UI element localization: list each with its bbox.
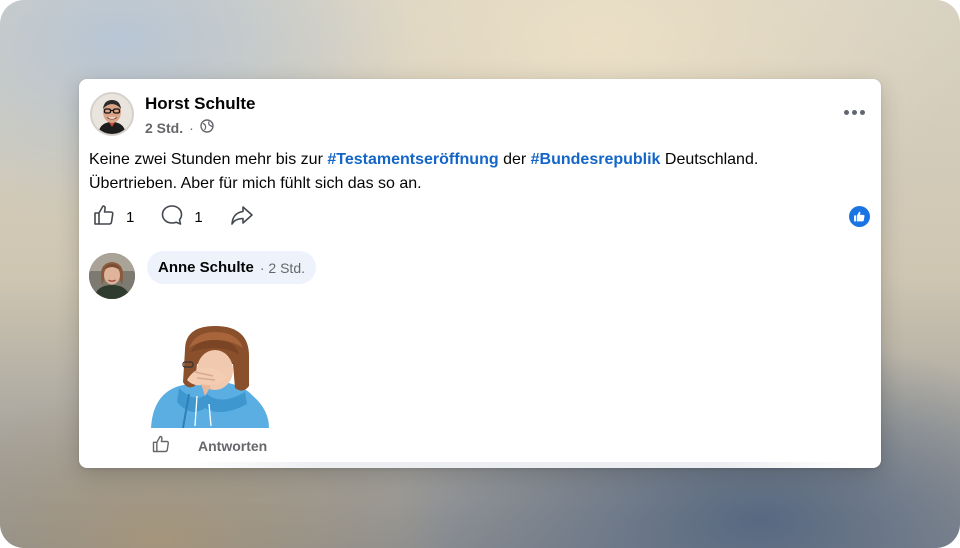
- hashtag-link-bundesrepublik[interactable]: #Bundesrepublik: [531, 151, 661, 168]
- more-dot: [859, 109, 865, 115]
- comment-bubble-icon: [160, 203, 184, 232]
- comment-action-bar: Antworten: [151, 435, 267, 457]
- post-meta: 2 Std. ·: [145, 119, 214, 136]
- comment-button[interactable]: 1: [160, 203, 203, 232]
- post-action-bar: 1 1: [92, 203, 281, 231]
- comment-count: 1: [194, 208, 203, 226]
- share-button[interactable]: [229, 203, 255, 232]
- like-button[interactable]: 1: [92, 203, 134, 232]
- meta-separator: ·: [189, 119, 194, 136]
- post-text-segment: Keine zwei Stunden mehr bis zur: [89, 151, 328, 168]
- more-dot: [851, 109, 857, 115]
- like-count: 1: [126, 208, 135, 226]
- post-card: Horst Schulte 2 Std. · Keine zwei Stunde…: [79, 79, 881, 468]
- more-dot: [843, 109, 849, 115]
- post-text: Keine zwei Stunden mehr bis zur #Testame…: [89, 148, 869, 196]
- hashtag-link-testamentseroeffnung[interactable]: #Testamentseröffnung: [327, 151, 498, 168]
- facepalm-avatar-sticker: [149, 322, 273, 429]
- commenter-name[interactable]: Anne Schulte: [158, 259, 254, 276]
- reply-button[interactable]: Antworten: [198, 438, 267, 454]
- author-avatar[interactable]: [90, 92, 134, 136]
- post-text-segment: Übertrieben. Aber für mich fühlt sich da…: [89, 175, 422, 192]
- share-arrow-icon: [229, 203, 255, 232]
- comment-timestamp[interactable]: · 2 Std.: [260, 260, 305, 276]
- comment-like-button[interactable]: [151, 434, 171, 459]
- comment-bubble: Anne Schulte · 2 Std.: [147, 251, 316, 284]
- post-author-name[interactable]: Horst Schulte: [145, 94, 256, 114]
- post-text-segment: der: [498, 151, 531, 168]
- post-text-segment: Deutschland.: [660, 151, 759, 168]
- globe-icon: [200, 119, 214, 136]
- commenter-avatar[interactable]: [89, 253, 135, 299]
- like-reaction-icon[interactable]: [849, 206, 870, 227]
- more-options-icon[interactable]: [841, 103, 867, 121]
- thumbs-up-icon: [92, 203, 116, 232]
- comment-input-edge: [189, 462, 859, 468]
- post-timestamp[interactable]: 2 Std.: [145, 120, 183, 136]
